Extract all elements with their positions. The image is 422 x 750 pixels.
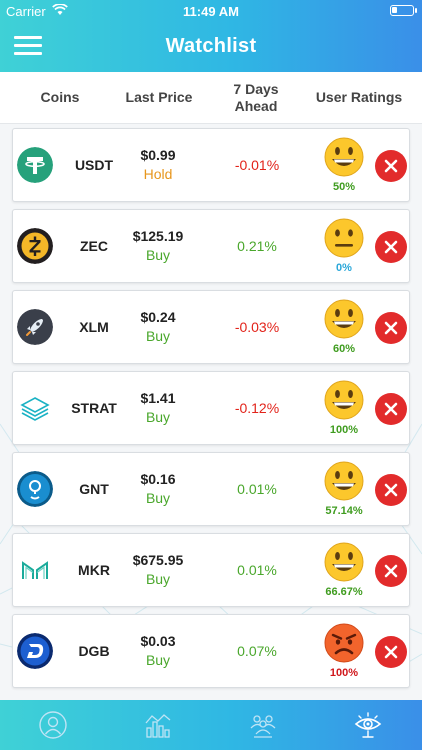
last-price: $0.16 <box>140 471 176 487</box>
digibyte-icon <box>17 633 53 669</box>
remove-button[interactable] <box>375 474 407 506</box>
app-header: Carrier 11:49 AM Watchlist <box>0 0 422 72</box>
maker-icon <box>22 561 48 579</box>
user-rating: 57.14% <box>325 505 363 517</box>
column-last-price: Last Price <box>125 89 193 105</box>
change-7d: 0.07% <box>237 643 277 659</box>
status-bar: Carrier 11:49 AM <box>0 0 422 22</box>
page-title: Watchlist <box>165 35 257 57</box>
grinning-emoji <box>324 137 364 177</box>
close-icon <box>384 159 398 173</box>
signal-label: Buy <box>145 328 171 344</box>
signal-label: Buy <box>145 571 171 587</box>
column-coins: Coins <box>40 89 80 105</box>
watchlist-row[interactable]: USDT $0.99 Hold -0.01% 50% <box>12 128 410 202</box>
user-rating: 60% <box>332 343 356 355</box>
grinning-emoji <box>324 380 364 420</box>
remove-button[interactable] <box>375 393 407 425</box>
change-7d: 0.01% <box>237 481 277 497</box>
user-rating: 0% <box>336 262 352 274</box>
clock: 11:49 AM <box>183 4 239 19</box>
watchlist-eye-icon <box>354 712 382 738</box>
signal-label: Buy <box>145 652 171 668</box>
signal-label: Buy <box>145 490 171 506</box>
grinning-emoji <box>324 542 364 582</box>
remove-button[interactable] <box>375 555 407 587</box>
last-price: $675.95 <box>132 552 184 568</box>
signal-label: Buy <box>145 409 171 425</box>
profile-icon <box>39 711 67 739</box>
user-rating: 66.67% <box>325 586 363 598</box>
change-7d: -0.03% <box>234 319 280 335</box>
change-7d: -0.01% <box>234 157 280 173</box>
battery-icon <box>390 5 417 16</box>
last-price: $0.24 <box>140 309 176 325</box>
tab-watchlist[interactable] <box>315 700 420 750</box>
close-icon <box>384 240 398 254</box>
close-icon <box>384 402 398 416</box>
chart-icon <box>145 714 171 738</box>
last-price: $0.99 <box>140 147 176 163</box>
last-price: $0.03 <box>140 633 176 649</box>
change-7d: 0.01% <box>237 562 277 578</box>
tab-charts[interactable] <box>105 700 210 750</box>
golem-icon <box>17 471 53 507</box>
tether-icon <box>17 147 53 183</box>
stellar-icon <box>17 309 53 345</box>
user-rating: 100% <box>329 424 359 436</box>
close-icon <box>384 564 398 578</box>
column-7-days-line1: 7 Days <box>233 81 279 97</box>
watchlist-row[interactable]: STRAT $1.41 Buy -0.12% 100% <box>12 371 410 445</box>
close-icon <box>384 483 398 497</box>
remove-button[interactable] <box>375 150 407 182</box>
last-price: $1.41 <box>140 390 176 406</box>
angry-emoji <box>324 623 364 663</box>
signal-label: Buy <box>145 247 171 263</box>
column-user-ratings: User Ratings <box>315 89 403 105</box>
watchlist-row[interactable]: DGB $0.03 Buy 0.07% 100% <box>12 614 410 688</box>
column-7-days-line2: Ahead <box>234 98 278 114</box>
community-icon <box>250 715 276 738</box>
change-7d: 0.21% <box>237 238 277 254</box>
zcash-icon <box>17 228 53 264</box>
grinning-emoji <box>324 299 364 339</box>
neutral-emoji <box>324 218 364 258</box>
stratis-icon <box>20 397 50 421</box>
watchlist-row[interactable]: GNT $0.16 Buy 0.01% 57.14% <box>12 452 410 526</box>
watchlist-row[interactable]: ZEC $125.19 Buy 0.21% 0% <box>12 209 410 283</box>
grinning-emoji <box>324 461 364 501</box>
remove-button[interactable] <box>375 312 407 344</box>
column-7-days-ahead: 7 Days Ahead <box>214 81 298 115</box>
remove-button[interactable] <box>375 636 407 668</box>
change-7d: -0.12% <box>234 400 280 416</box>
user-rating: 100% <box>329 667 359 679</box>
tab-community[interactable] <box>210 700 315 750</box>
watchlist-row[interactable]: XLM $0.24 Buy -0.03% 60% <box>12 290 410 364</box>
tab-profile[interactable] <box>0 700 105 750</box>
close-icon <box>384 321 398 335</box>
close-icon <box>384 645 398 659</box>
user-rating: 50% <box>332 181 356 193</box>
watchlist-row[interactable]: MKR $675.95 Buy 0.01% 66.67% <box>12 533 410 607</box>
remove-button[interactable] <box>375 231 407 263</box>
bottom-tab-bar <box>0 700 422 750</box>
signal-label: Hold <box>143 166 173 182</box>
column-headers: Coins Last Price 7 Days Ahead User Ratin… <box>0 72 422 124</box>
last-price: $125.19 <box>132 228 184 244</box>
